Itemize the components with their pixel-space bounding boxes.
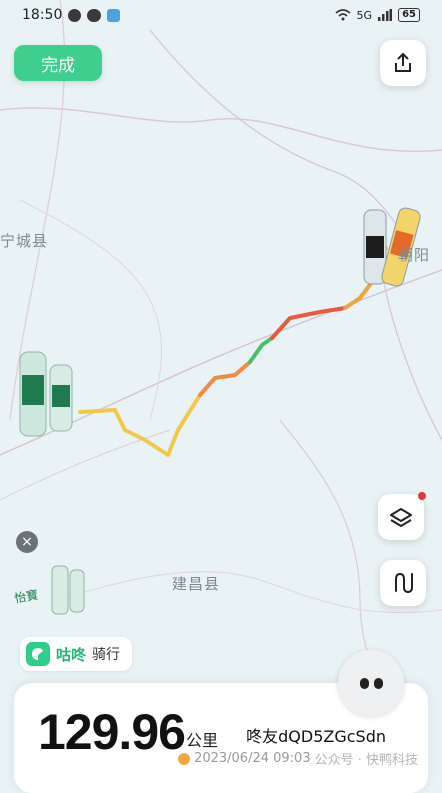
status-bar: 18:50 5G 65: [0, 0, 442, 30]
chat-icon: [87, 8, 102, 22]
network-label: 5G: [356, 8, 373, 22]
activity-mode: 骑行: [92, 647, 121, 663]
photo-icon: [107, 8, 121, 22]
route-style-button[interactable]: [380, 560, 426, 606]
weather-sun-icon: [178, 752, 191, 765]
watermark-text: 公众号 · 快鸭科技: [314, 753, 418, 768]
done-button[interactable]: 完成: [14, 45, 102, 81]
distance-value: 129.96: [38, 704, 186, 760]
notification-dot: [418, 492, 426, 500]
wifi-icon: [335, 9, 351, 21]
map-label-ningcheng: 宁城县: [0, 232, 49, 250]
message-icon: [68, 8, 82, 22]
status-time: 18:50: [22, 7, 63, 23]
route-icon: [395, 572, 413, 594]
map-label-chaoyang: 朝阳: [398, 246, 431, 264]
avatar-left-eye: [360, 678, 369, 689]
layers-icon: [390, 508, 412, 527]
signal-icon: [378, 9, 393, 21]
activity-date: 2023/06/24 09:03: [194, 751, 311, 766]
map-label-jianchang: 建昌县: [172, 575, 221, 593]
close-icon: ×: [21, 534, 33, 550]
brand-chip: 咕咚 骑行: [20, 637, 133, 671]
username: 咚友dQD5ZGcSdn: [246, 727, 386, 746]
share-icon: [395, 52, 411, 72]
brand-name: 咕咚: [56, 645, 87, 664]
avatar-right-eye: [374, 678, 383, 689]
meta-row: 2023/06/24 09:03 公众号 · 快鸭科技: [178, 749, 418, 768]
layers-button[interactable]: [378, 492, 426, 540]
start-marker: [19, 351, 73, 437]
battery-icon: 65: [398, 8, 420, 22]
distance-unit: 公里: [186, 731, 219, 750]
avatar[interactable]: [338, 650, 404, 716]
codoon-logo-icon: [26, 642, 50, 666]
share-button[interactable]: [380, 40, 426, 86]
close-promo-button[interactable]: ×: [16, 531, 38, 553]
